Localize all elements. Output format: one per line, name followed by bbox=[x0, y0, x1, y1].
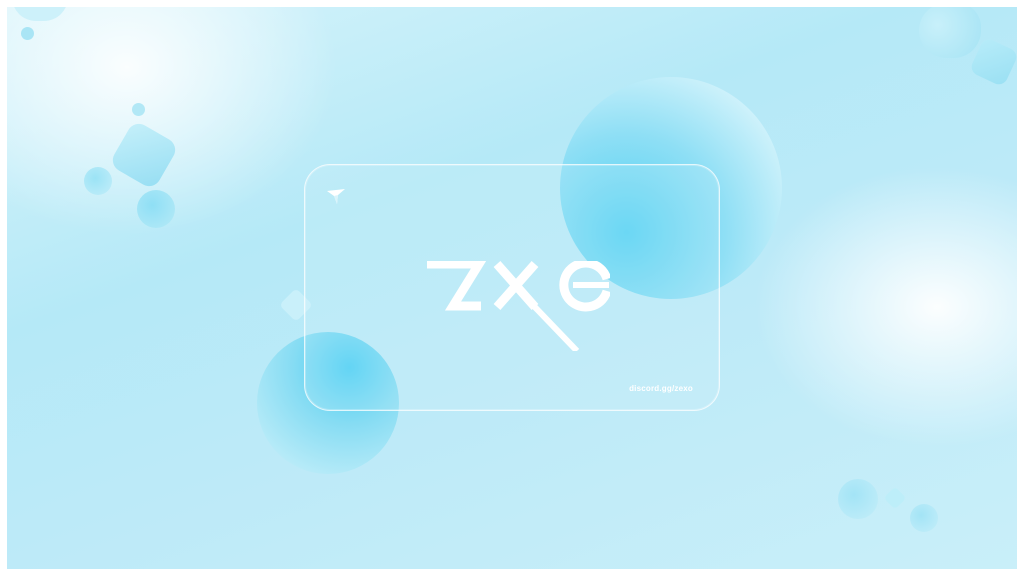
brand-wordmark: ZXO bbox=[425, 258, 612, 354]
zxo-logo-graphic bbox=[427, 258, 612, 354]
decor-dot bbox=[21, 27, 34, 40]
decor-blob bbox=[919, 7, 981, 58]
decor-blob bbox=[12, 7, 68, 21]
decor-rounded-square bbox=[883, 486, 907, 510]
decor-bubble bbox=[910, 504, 938, 532]
discord-link[interactable]: discord.gg/zexo bbox=[629, 384, 693, 393]
decor-bubble bbox=[137, 190, 175, 228]
glass-card: ZXO discord.gg/zexo bbox=[304, 164, 720, 411]
decor-rounded-square bbox=[108, 119, 180, 191]
decor-dot bbox=[132, 103, 145, 116]
decor-bubble bbox=[838, 479, 878, 519]
decor-bubble bbox=[84, 167, 112, 195]
triangle-mark-icon bbox=[327, 189, 345, 204]
banner-canvas: ZXO discord.gg/zexo bbox=[7, 7, 1017, 569]
